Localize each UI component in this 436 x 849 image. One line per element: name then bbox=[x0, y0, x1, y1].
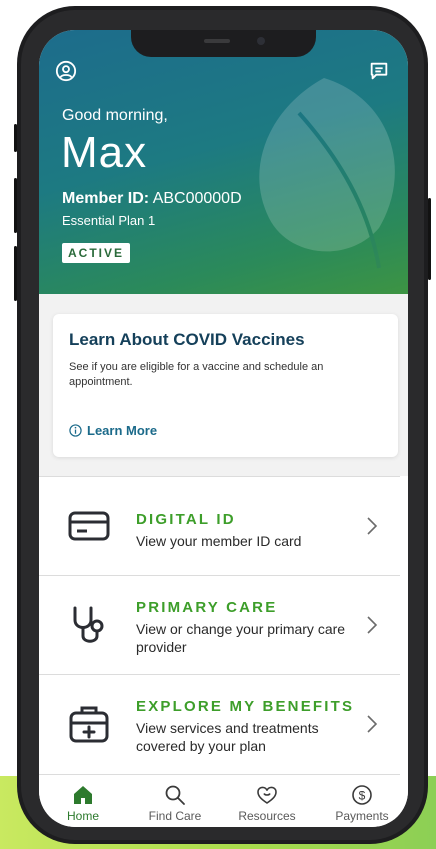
medical-kit-icon bbox=[69, 706, 109, 743]
member-id-value: ABC00000D bbox=[152, 190, 242, 207]
chevron-right-icon bbox=[367, 715, 378, 733]
member-id-label: Member ID: bbox=[62, 190, 150, 207]
notch bbox=[131, 30, 316, 57]
home-icon bbox=[74, 786, 92, 804]
member-name: Max bbox=[61, 128, 148, 177]
covid-card-title: Learn About COVID Vaccines bbox=[69, 330, 305, 349]
search-icon bbox=[165, 785, 185, 805]
covid-vaccine-card: Learn About COVID Vaccines See if you ar… bbox=[53, 314, 398, 457]
dollar-icon: $ bbox=[352, 785, 372, 805]
front-camera bbox=[257, 37, 265, 45]
profile-icon[interactable] bbox=[55, 60, 77, 82]
learn-more-link[interactable]: Learn More bbox=[69, 423, 157, 438]
tab-home[interactable]: Home bbox=[53, 775, 113, 827]
id-card-icon bbox=[68, 511, 110, 541]
chevron-right-icon bbox=[367, 616, 378, 634]
item-description: View services and treatments covered by … bbox=[136, 720, 319, 754]
divider bbox=[39, 575, 400, 576]
speaker-grille bbox=[204, 39, 230, 43]
tab-label: Payments bbox=[335, 809, 389, 823]
leaf-watermark-icon bbox=[259, 78, 395, 269]
greeting-text: Good morning, bbox=[62, 107, 168, 124]
silent-switch bbox=[14, 124, 17, 152]
tab-bar: Home Find Care Resources $ Payments bbox=[39, 775, 408, 827]
tab-label: Find Care bbox=[148, 809, 202, 823]
item-description: View or change your primary care provide… bbox=[136, 621, 346, 655]
item-description: View your member ID card bbox=[136, 533, 302, 549]
tab-find-care[interactable]: Find Care bbox=[144, 775, 206, 827]
learn-more-label: Learn More bbox=[87, 423, 158, 438]
tab-label: Home bbox=[66, 809, 99, 823]
stethoscope-icon bbox=[73, 606, 104, 643]
member-id: Member ID: ABC00000D bbox=[62, 190, 242, 208]
svg-text:$: $ bbox=[359, 788, 366, 802]
covid-card-description: See if you are eligible for a vaccine an… bbox=[69, 361, 324, 388]
explore-benefits-item[interactable]: EXPLORE MY BENEFITS View services and tr… bbox=[39, 674, 408, 773]
volume-up-button bbox=[14, 178, 17, 233]
menu-list: DIGITAL ID View your member ID card PRIM… bbox=[39, 476, 408, 776]
chevron-right-icon bbox=[367, 517, 378, 535]
app-screen: Good morning, Max Member ID: ABC00000D E… bbox=[39, 30, 408, 827]
message-icon[interactable] bbox=[368, 60, 390, 82]
volume-down-button bbox=[14, 246, 17, 301]
item-title: PRIMARY CARE bbox=[136, 599, 278, 616]
hero-banner: Good morning, Max Member ID: ABC00000D E… bbox=[39, 30, 408, 294]
divider bbox=[39, 476, 400, 477]
plan-name: Essential Plan 1 bbox=[62, 213, 156, 228]
digital-id-item[interactable]: DIGITAL ID View your member ID card bbox=[39, 476, 408, 575]
power-button bbox=[428, 198, 431, 280]
heart-hands-icon bbox=[257, 786, 277, 804]
tab-label: Resources bbox=[238, 809, 296, 823]
info-icon bbox=[69, 424, 82, 437]
primary-care-item[interactable]: PRIMARY CARE View or change your primary… bbox=[39, 575, 408, 674]
tab-resources[interactable]: Resources bbox=[235, 775, 299, 827]
divider bbox=[39, 674, 400, 675]
tab-payments[interactable]: $ Payments bbox=[332, 775, 392, 827]
status-badge: ACTIVE bbox=[62, 243, 131, 263]
item-title: EXPLORE MY BENEFITS bbox=[136, 698, 355, 715]
item-title: DIGITAL ID bbox=[136, 511, 236, 528]
